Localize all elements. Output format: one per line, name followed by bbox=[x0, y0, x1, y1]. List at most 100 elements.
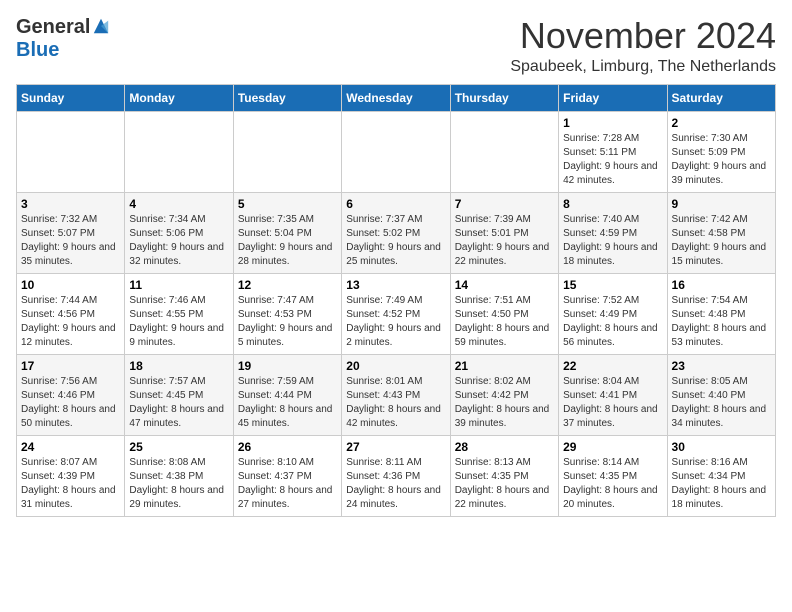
day-number: 17 bbox=[21, 359, 120, 373]
day-info: Sunrise: 7:47 AM Sunset: 4:53 PM Dayligh… bbox=[238, 294, 337, 350]
weekday-header: Wednesday bbox=[342, 84, 450, 111]
calendar-week-row: 24Sunrise: 8:07 AM Sunset: 4:39 PM Dayli… bbox=[17, 435, 776, 516]
day-info: Sunrise: 7:51 AM Sunset: 4:50 PM Dayligh… bbox=[455, 294, 554, 350]
day-info: Sunrise: 8:11 AM Sunset: 4:36 PM Dayligh… bbox=[346, 456, 445, 512]
day-number: 30 bbox=[672, 440, 771, 454]
weekday-header: Friday bbox=[559, 84, 667, 111]
calendar-cell: 25Sunrise: 8:08 AM Sunset: 4:38 PM Dayli… bbox=[125, 435, 233, 516]
calendar-cell bbox=[125, 111, 233, 192]
calendar-cell: 14 Sunrise: 7:51 AM Sunset: 4:50 PM Dayli… bbox=[450, 273, 558, 354]
calendar-header-row: SundayMondayTuesdayWednesdayThursdayFrid… bbox=[17, 84, 776, 111]
weekday-header: Tuesday bbox=[233, 84, 341, 111]
day-number: 29 bbox=[563, 440, 662, 454]
calendar-cell: 11Sunrise: 7:46 AM Sunset: 4:55 PM Dayli… bbox=[125, 273, 233, 354]
day-info: Sunrise: 8:01 AM Sunset: 4:43 PM Dayligh… bbox=[346, 375, 445, 431]
calendar-week-row: 3 Sunrise: 7:32 AM Sunset: 5:07 PM Daylig… bbox=[17, 192, 776, 273]
day-number: 5 bbox=[238, 197, 337, 211]
calendar-cell: 6 Sunrise: 7:37 AM Sunset: 5:02 PM Daylig… bbox=[342, 192, 450, 273]
day-number: 21 bbox=[455, 359, 554, 373]
calendar-table: SundayMondayTuesdayWednesdayThursdayFrid… bbox=[16, 84, 776, 517]
day-number: 8 bbox=[563, 197, 662, 211]
day-number: 12 bbox=[238, 278, 337, 292]
day-number: 2 bbox=[672, 116, 771, 130]
calendar-cell: 17 Sunrise: 7:56 AM Sunset: 4:46 PM Dayli… bbox=[17, 354, 125, 435]
day-number: 23 bbox=[672, 359, 771, 373]
calendar-cell: 1 Sunrise: 7:28 AM Sunset: 5:11 PM Daylig… bbox=[559, 111, 667, 192]
calendar-cell bbox=[450, 111, 558, 192]
calendar-cell: 10 Sunrise: 7:44 AM Sunset: 4:56 PM Dayli… bbox=[17, 273, 125, 354]
day-number: 4 bbox=[129, 197, 228, 211]
day-info: Sunrise: 7:49 AM Sunset: 4:52 PM Dayligh… bbox=[346, 294, 445, 350]
calendar-cell: 21 Sunrise: 8:02 AM Sunset: 4:42 PM Dayli… bbox=[450, 354, 558, 435]
day-number: 15 bbox=[563, 278, 662, 292]
calendar-cell: 2 Sunrise: 7:30 AM Sunset: 5:09 PM Daylig… bbox=[667, 111, 775, 192]
day-info: Sunrise: 8:16 AM Sunset: 4:34 PM Dayligh… bbox=[672, 456, 771, 512]
calendar-cell: 30 Sunrise: 8:16 AM Sunset: 4:34 PM Dayli… bbox=[667, 435, 775, 516]
calendar-week-row: 10 Sunrise: 7:44 AM Sunset: 4:56 PM Dayli… bbox=[17, 273, 776, 354]
day-info: Sunrise: 7:37 AM Sunset: 5:02 PM Dayligh… bbox=[346, 213, 445, 269]
calendar-cell: 23 Sunrise: 8:05 AM Sunset: 4:40 PM Dayli… bbox=[667, 354, 775, 435]
calendar-cell: 26 Sunrise: 8:10 AM Sunset: 4:37 PM Dayli… bbox=[233, 435, 341, 516]
day-info: Sunrise: 7:32 AM Sunset: 5:07 PM Dayligh… bbox=[21, 213, 120, 269]
calendar-cell: 7Sunrise: 7:39 AM Sunset: 5:01 PM Daylig… bbox=[450, 192, 558, 273]
calendar-cell: 13 Sunrise: 7:49 AM Sunset: 4:52 PM Dayli… bbox=[342, 273, 450, 354]
day-info: Sunrise: 7:57 AM Sunset: 4:45 PM Dayligh… bbox=[129, 375, 228, 431]
calendar-cell: 9 Sunrise: 7:42 AM Sunset: 4:58 PM Daylig… bbox=[667, 192, 775, 273]
calendar-cell: 28 Sunrise: 8:13 AM Sunset: 4:35 PM Dayli… bbox=[450, 435, 558, 516]
calendar-cell: 19 Sunrise: 7:59 AM Sunset: 4:44 PM Dayli… bbox=[233, 354, 341, 435]
day-number: 6 bbox=[346, 197, 445, 211]
calendar-week-row: 1 Sunrise: 7:28 AM Sunset: 5:11 PM Daylig… bbox=[17, 111, 776, 192]
day-info: Sunrise: 7:40 AM Sunset: 4:59 PM Dayligh… bbox=[563, 213, 662, 269]
day-number: 24 bbox=[21, 440, 120, 454]
day-info: Sunrise: 7:54 AM Sunset: 4:48 PM Dayligh… bbox=[672, 294, 771, 350]
calendar-cell: 22 Sunrise: 8:04 AM Sunset: 4:41 PM Dayli… bbox=[559, 354, 667, 435]
calendar-cell: 4 Sunrise: 7:34 AM Sunset: 5:06 PM Daylig… bbox=[125, 192, 233, 273]
location-title: Spaubeek, Limburg, The Netherlands bbox=[510, 58, 776, 76]
day-number: 14 bbox=[455, 278, 554, 292]
day-number: 11 bbox=[129, 278, 228, 292]
day-number: 16 bbox=[672, 278, 771, 292]
day-info: Sunrise: 7:28 AM Sunset: 5:11 PM Dayligh… bbox=[563, 132, 662, 188]
day-info: Sunrise: 7:59 AM Sunset: 4:44 PM Dayligh… bbox=[238, 375, 337, 431]
calendar-cell: 18 Sunrise: 7:57 AM Sunset: 4:45 PM Dayli… bbox=[125, 354, 233, 435]
day-number: 7 bbox=[455, 197, 554, 211]
day-number: 10 bbox=[21, 278, 120, 292]
day-info: Sunrise: 7:30 AM Sunset: 5:09 PM Dayligh… bbox=[672, 132, 771, 188]
day-number: 9 bbox=[672, 197, 771, 211]
calendar-week-row: 17 Sunrise: 7:56 AM Sunset: 4:46 PM Dayli… bbox=[17, 354, 776, 435]
calendar-cell: 20Sunrise: 8:01 AM Sunset: 4:43 PM Dayli… bbox=[342, 354, 450, 435]
day-info: Sunrise: 8:04 AM Sunset: 4:41 PM Dayligh… bbox=[563, 375, 662, 431]
calendar-cell: 5Sunrise: 7:35 AM Sunset: 5:04 PM Daylig… bbox=[233, 192, 341, 273]
month-title: November 2024 bbox=[510, 16, 776, 56]
day-info: Sunrise: 8:05 AM Sunset: 4:40 PM Dayligh… bbox=[672, 375, 771, 431]
day-number: 28 bbox=[455, 440, 554, 454]
day-info: Sunrise: 8:14 AM Sunset: 4:35 PM Dayligh… bbox=[563, 456, 662, 512]
day-number: 19 bbox=[238, 359, 337, 373]
day-number: 25 bbox=[129, 440, 228, 454]
logo-blue-text: Blue bbox=[16, 39, 59, 61]
title-area: November 2024 Spaubeek, Limburg, The Net… bbox=[510, 16, 776, 76]
calendar-cell bbox=[233, 111, 341, 192]
day-info: Sunrise: 8:13 AM Sunset: 4:35 PM Dayligh… bbox=[455, 456, 554, 512]
day-number: 13 bbox=[346, 278, 445, 292]
calendar-cell: 8 Sunrise: 7:40 AM Sunset: 4:59 PM Daylig… bbox=[559, 192, 667, 273]
day-number: 18 bbox=[129, 359, 228, 373]
calendar-cell bbox=[342, 111, 450, 192]
logo-general-text: General bbox=[16, 16, 90, 39]
day-number: 22 bbox=[563, 359, 662, 373]
day-info: Sunrise: 7:42 AM Sunset: 4:58 PM Dayligh… bbox=[672, 213, 771, 269]
day-info: Sunrise: 7:34 AM Sunset: 5:06 PM Dayligh… bbox=[129, 213, 228, 269]
day-number: 26 bbox=[238, 440, 337, 454]
weekday-header: Thursday bbox=[450, 84, 558, 111]
day-info: Sunrise: 7:56 AM Sunset: 4:46 PM Dayligh… bbox=[21, 375, 120, 431]
day-number: 1 bbox=[563, 116, 662, 130]
day-number: 3 bbox=[21, 197, 120, 211]
header: General Blue November 2024 Spaubeek, Lim… bbox=[16, 16, 776, 76]
weekday-header: Sunday bbox=[17, 84, 125, 111]
calendar-cell: 3 Sunrise: 7:32 AM Sunset: 5:07 PM Daylig… bbox=[17, 192, 125, 273]
logo: General Blue bbox=[16, 16, 110, 62]
day-info: Sunrise: 7:44 AM Sunset: 4:56 PM Dayligh… bbox=[21, 294, 120, 350]
day-info: Sunrise: 8:02 AM Sunset: 4:42 PM Dayligh… bbox=[455, 375, 554, 431]
weekday-header: Saturday bbox=[667, 84, 775, 111]
day-info: Sunrise: 8:10 AM Sunset: 4:37 PM Dayligh… bbox=[238, 456, 337, 512]
